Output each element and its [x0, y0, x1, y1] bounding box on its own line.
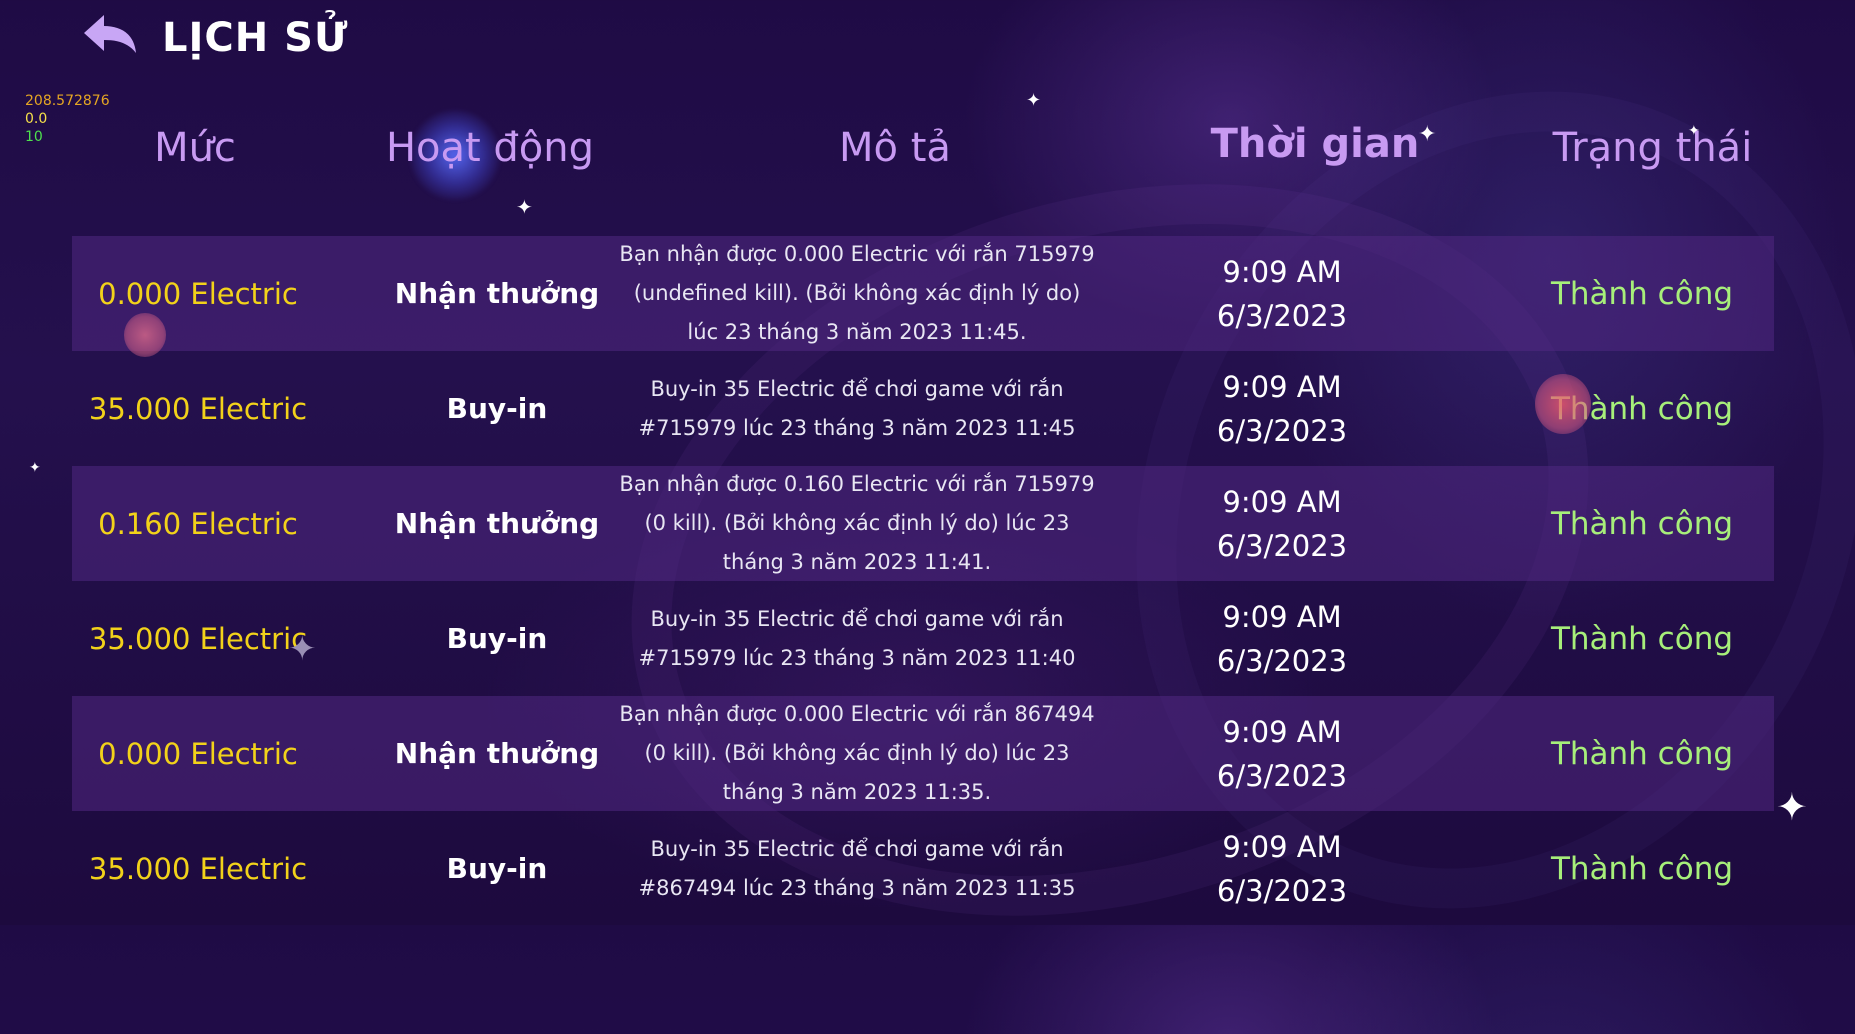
description-cell: Bạn nhận được 0.000 Electric với rắn 715… [619, 242, 1095, 344]
time-value: 9:09 AM [1222, 829, 1342, 864]
status-cell: Thành công [1550, 505, 1734, 542]
sparkle-icon: ✦ [1026, 90, 1042, 111]
time-value: 9:09 AM [1222, 254, 1342, 289]
date-value: 6/3/2023 [1216, 873, 1348, 908]
sparkle-icon: ✦ [29, 460, 41, 476]
time-cell: 9:09 AM 6/3/2023 [1162, 581, 1402, 696]
amount-cell: 0.160 Electric [98, 506, 298, 541]
activity-cell: Nhận thưởng [394, 507, 600, 540]
activity-cell: Buy-in [446, 392, 548, 425]
back-arrow-icon[interactable] [80, 13, 140, 63]
amount-cell: 35.000 Electric [88, 851, 308, 886]
description-cell: Buy-in 35 Electric để chơi game với rắn … [638, 606, 1076, 670]
status-cell: Thành công [1550, 390, 1734, 427]
time-value: 9:09 AM [1222, 714, 1342, 749]
sparkle-icon: ✦ [1776, 785, 1808, 829]
column-header-time: Thời gian [1210, 121, 1420, 167]
time-cell: 9:09 AM 6/3/2023 [1162, 811, 1402, 926]
time-cell: 9:09 AM 6/3/2023 [1162, 696, 1402, 811]
table-row: 35.000 Electric Buy-in Buy-in 35 Electri… [72, 351, 1774, 466]
column-header-status: Trạng thái [1552, 125, 1753, 171]
activity-cell: Nhận thưởng [394, 277, 600, 310]
activity-cell: Buy-in [446, 622, 548, 655]
date-value: 6/3/2023 [1216, 413, 1348, 448]
description-cell: Bạn nhận được 0.000 Electric với rắn 867… [619, 702, 1095, 804]
status-cell: Thành công [1550, 850, 1734, 887]
table-row: 0.000 Electric Nhận thưởng Bạn nhận được… [72, 236, 1774, 351]
table-row: 0.160 Electric Nhận thưởng Bạn nhận được… [72, 466, 1774, 581]
debug-line-1: 208.572876 [25, 93, 110, 109]
date-value: 6/3/2023 [1216, 528, 1348, 563]
status-cell: Thành công [1550, 275, 1734, 312]
time-cell: 9:09 AM 6/3/2023 [1162, 466, 1402, 581]
date-value: 6/3/2023 [1216, 298, 1348, 333]
column-header-description: Mô tả [839, 125, 951, 171]
amount-cell: 0.000 Electric [98, 736, 298, 771]
page-header: LỊCH SỬ [80, 8, 348, 68]
description-cell: Buy-in 35 Electric để chơi game với rắn … [638, 376, 1076, 440]
amount-cell: 35.000 Electric [88, 621, 308, 656]
table-row: 0.000 Electric Nhận thưởng Bạn nhận được… [72, 696, 1774, 811]
table-row: 35.000 Electric Buy-in Buy-in 35 Electri… [72, 811, 1774, 926]
description-cell: Buy-in 35 Electric để chơi game với rắn … [638, 836, 1076, 900]
status-cell: Thành công [1550, 620, 1734, 657]
column-header-activity: Hoạt động [385, 125, 595, 171]
history-table: 0.000 Electric Nhận thưởng Bạn nhận được… [72, 236, 1774, 926]
back-button[interactable] [80, 13, 146, 63]
time-cell: 9:09 AM 6/3/2023 [1162, 351, 1402, 466]
column-header-amount: Mức [154, 125, 236, 171]
page-title: LỊCH SỬ [162, 15, 349, 61]
date-value: 6/3/2023 [1216, 758, 1348, 793]
activity-cell: Nhận thưởng [394, 737, 600, 770]
date-value: 6/3/2023 [1216, 643, 1348, 678]
time-value: 9:09 AM [1222, 369, 1342, 404]
amount-cell: 35.000 Electric [88, 391, 308, 426]
amount-cell: 0.000 Electric [98, 276, 298, 311]
time-cell: 9:09 AM 6/3/2023 [1162, 236, 1402, 351]
table-row: 35.000 Electric Buy-in Buy-in 35 Electri… [72, 581, 1774, 696]
status-cell: Thành công [1550, 735, 1734, 772]
activity-cell: Buy-in [446, 852, 548, 885]
description-cell: Bạn nhận được 0.160 Electric với rắn 715… [619, 472, 1095, 574]
time-value: 9:09 AM [1222, 484, 1342, 519]
sparkle-icon: ✦ [516, 195, 533, 219]
time-value: 9:09 AM [1222, 599, 1342, 634]
